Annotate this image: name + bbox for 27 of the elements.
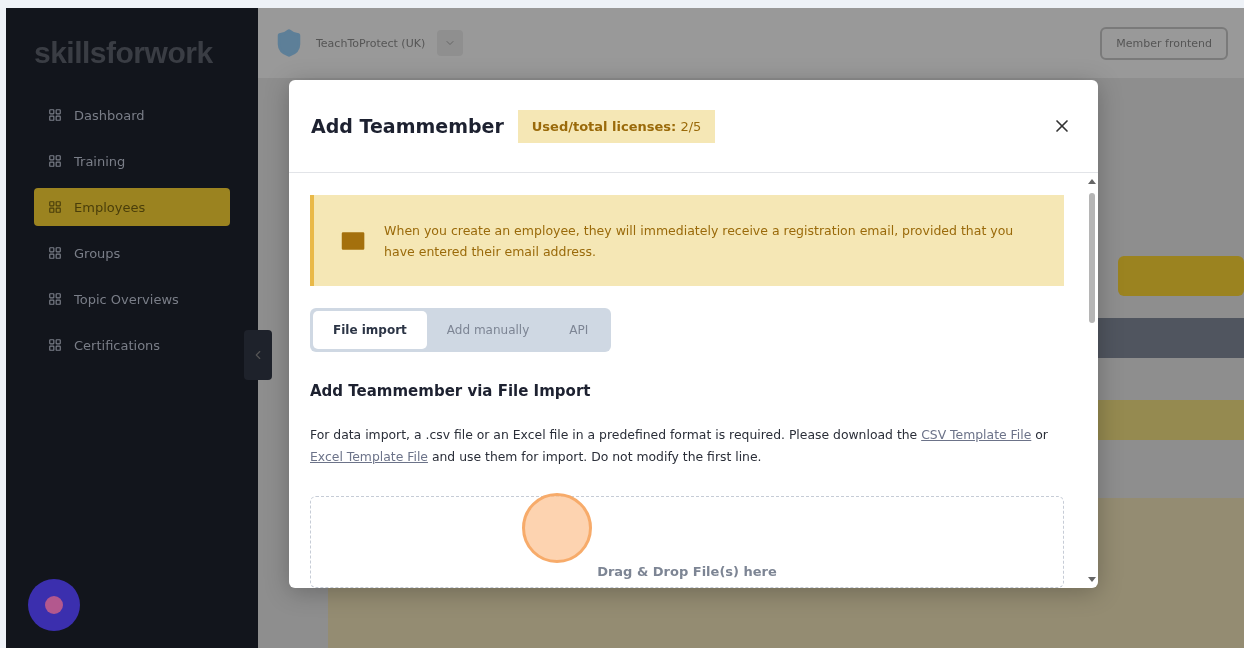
notice-text: When you create an employee, they will immediately receive a registration email, provided that you have entered their email address. — [384, 221, 1015, 261]
nav-icon — [48, 200, 62, 214]
tab[interactable]: Add manually — [426, 311, 550, 350]
nav-icon — [48, 292, 62, 306]
nav-icon — [48, 108, 62, 122]
nav-icon — [48, 246, 62, 260]
description-text: For data import, a .csv file or an Excel file in a predefined format is required. Please download the CSV Template File or Excel Template File and use them for import. Do not modify the first line. — [310, 426, 1049, 467]
nav-icon — [48, 338, 62, 352]
dropdown-button[interactable] — [437, 30, 464, 56]
nav-icon — [48, 154, 62, 168]
tab[interactable]: File import — [313, 311, 427, 350]
dropzone[interactable]: Drag & Drop File(s) here — [310, 496, 1064, 588]
tab[interactable]: API — [549, 311, 609, 350]
modal-title: Add Teammember — [311, 115, 504, 137]
member-frontend-button[interactable]: Member frontend — [1100, 26, 1228, 60]
nav-item[interactable]: Dashboard — [34, 96, 230, 134]
section-title: Add Teammember via File Import — [310, 382, 592, 401]
collapse-button[interactable] — [244, 330, 272, 380]
organization-name: TeachToProtect (UK) — [316, 36, 426, 50]
license-badge: Used/total licenses: 2/5 — [517, 109, 716, 143]
nav-item[interactable]: Topic Overviews — [34, 280, 230, 318]
nav-item[interactable]: Groups — [34, 234, 230, 272]
nav-item[interactable]: Employees — [34, 188, 230, 226]
excel-template-link[interactable]: Excel Template File — [310, 449, 428, 465]
nav-item[interactable]: Certifications — [34, 326, 230, 364]
csv-template-link[interactable]: CSV Template File — [921, 427, 1032, 443]
nav-item[interactable]: Training — [34, 142, 230, 180]
